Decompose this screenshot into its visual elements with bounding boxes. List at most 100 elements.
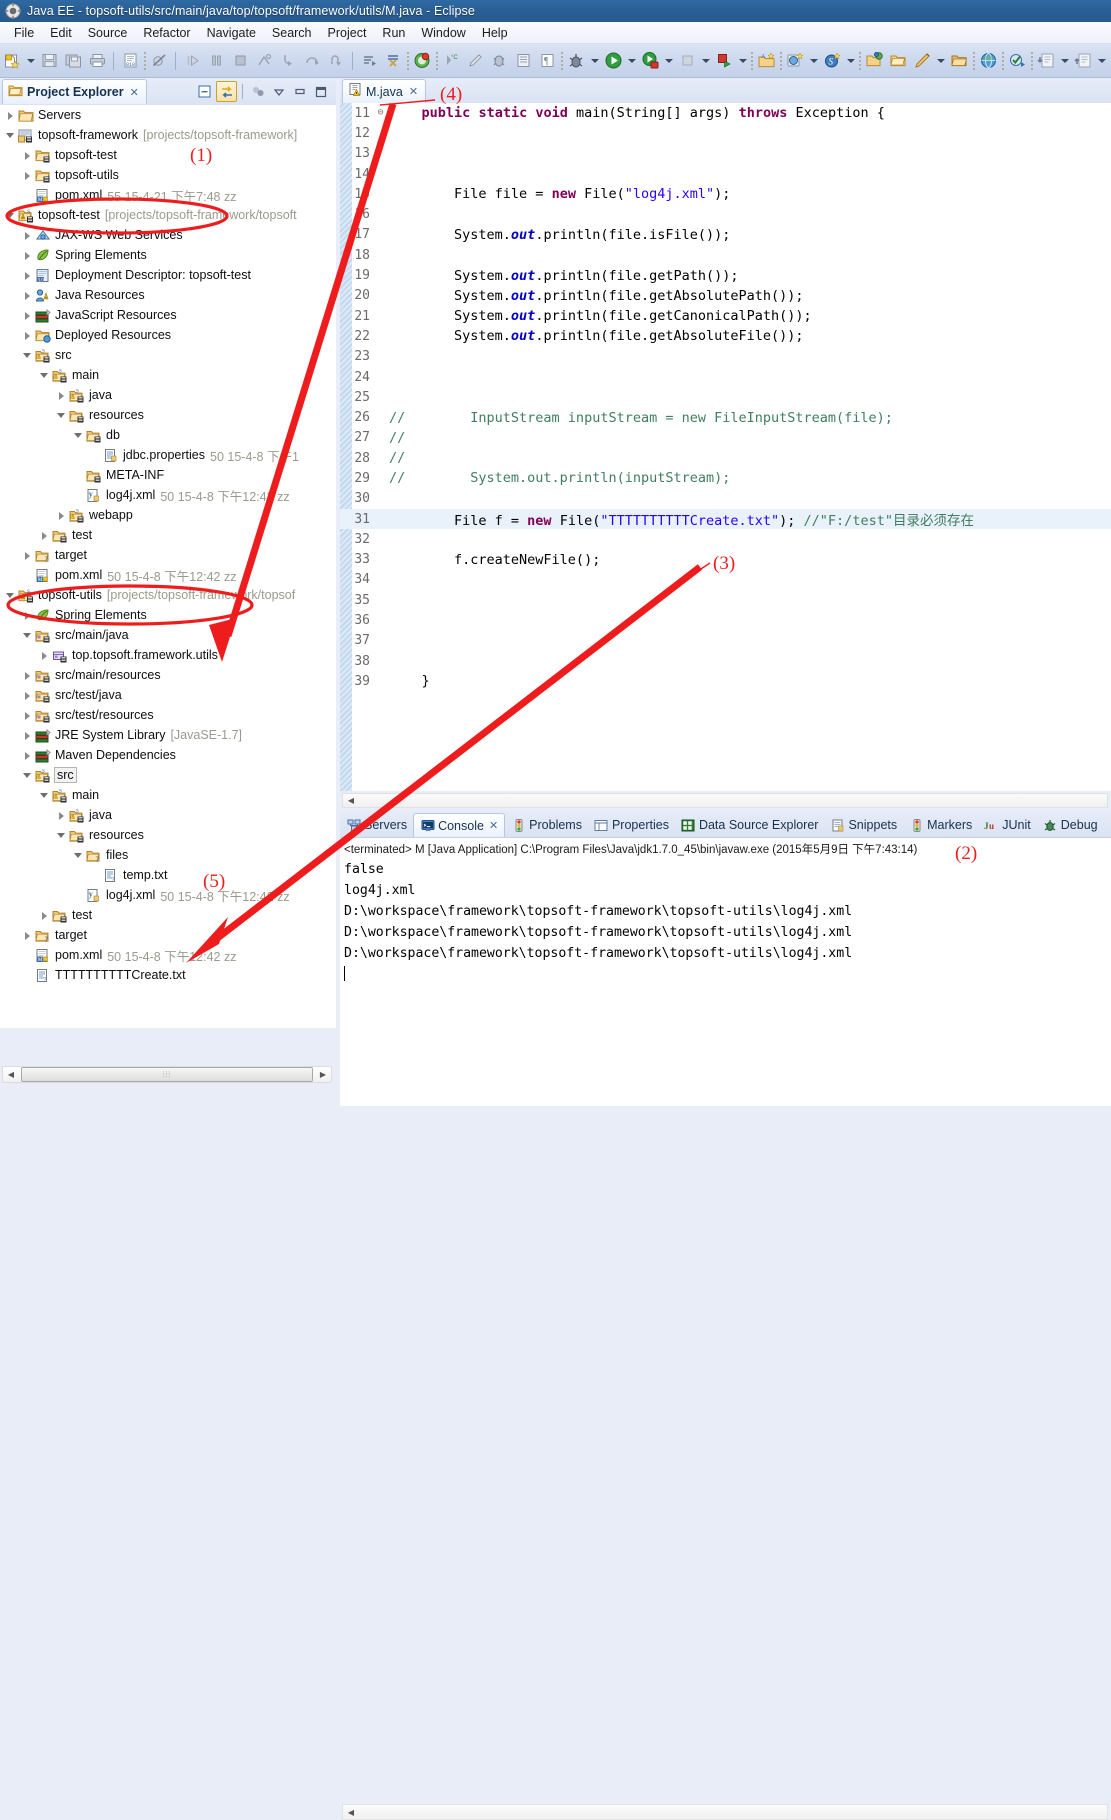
- debug-icon[interactable]: [564, 48, 588, 74]
- tab-m-java[interactable]: M.java ✕: [342, 79, 427, 103]
- close-icon[interactable]: ✕: [489, 819, 498, 832]
- toolbar-drag-handle[interactable]: [142, 50, 147, 71]
- tree-item-spring-elements[interactable]: Spring Elements: [0, 605, 336, 625]
- toolbar-drag-handle[interactable]: [971, 50, 976, 71]
- code-line-15[interactable]: 15 File file = new File("log4j.xml");: [340, 184, 1111, 204]
- toolbar-drag-handle[interactable]: [857, 50, 862, 71]
- chevron-right-icon[interactable]: [21, 669, 34, 682]
- tree-item-topsoft-test[interactable]: topsoft-test: [0, 145, 336, 165]
- scroll-right-icon[interactable]: ▶: [315, 1067, 331, 1082]
- tree-item-jdbc-properties[interactable]: jdbc.properties 50 15-4-8 下午1: [0, 445, 336, 465]
- toolbar-drag-handle[interactable]: [749, 50, 754, 71]
- code-line-32[interactable]: 32: [340, 529, 1111, 549]
- chevron-right-icon[interactable]: [55, 509, 68, 522]
- tree-item-topsoft-test[interactable]: Stopsoft-test [projects/topsoft-framework…: [0, 205, 336, 225]
- debug-last-icon[interactable]: °C: [439, 48, 463, 74]
- code-line-24[interactable]: 24: [340, 367, 1111, 387]
- chevron-right-icon[interactable]: [21, 609, 34, 622]
- run-external-tools-icon[interactable]: [638, 48, 662, 74]
- code-line-35[interactable]: 35: [340, 590, 1111, 610]
- code-line-28[interactable]: 28 //: [340, 448, 1111, 468]
- code-line-11[interactable]: 11 ⊖ public static void main(String[] arg…: [340, 103, 1111, 123]
- tree-item-src-main-java[interactable]: src/main/java: [0, 625, 336, 645]
- search-bug-icon[interactable]: [487, 48, 511, 74]
- chevron-down-icon[interactable]: [21, 769, 34, 782]
- code-line-30[interactable]: 30: [340, 489, 1111, 509]
- chevron-right-icon[interactable]: [21, 149, 34, 162]
- chevron-down-icon[interactable]: [736, 48, 749, 74]
- chevron-right-icon[interactable]: [55, 389, 68, 402]
- tab-data-source-explorer[interactable]: Data Source Explorer: [675, 813, 825, 837]
- run-as-server-icon[interactable]: [712, 48, 736, 74]
- chevron-down-icon[interactable]: [807, 48, 820, 74]
- open-type-icon[interactable]: [410, 48, 434, 74]
- tree-item-target[interactable]: ? target: [0, 925, 336, 945]
- code-line-29[interactable]: 29 // System.out.println(inputStream);: [340, 468, 1111, 488]
- chevron-down-icon[interactable]: [55, 409, 68, 422]
- chevron-right-icon[interactable]: [21, 749, 34, 762]
- chevron-right-icon[interactable]: [38, 909, 51, 922]
- chevron-down-icon[interactable]: [21, 349, 34, 362]
- new-spring-bean-icon[interactable]: S: [820, 48, 844, 74]
- chevron-down-icon[interactable]: [38, 369, 51, 382]
- chevron-down-icon[interactable]: [1058, 48, 1071, 74]
- menu-item-refactor[interactable]: Refactor: [135, 24, 198, 42]
- chevron-down-icon[interactable]: [24, 48, 37, 74]
- chevron-right-icon[interactable]: [21, 549, 34, 562]
- chevron-down-icon[interactable]: [588, 48, 601, 74]
- chevron-right-icon[interactable]: [21, 689, 34, 702]
- menu-item-window[interactable]: Window: [413, 24, 473, 42]
- new-wizard-icon[interactable]: [0, 48, 24, 74]
- step-over-icon[interactable]: [300, 48, 324, 74]
- chevron-right-icon[interactable]: [21, 169, 34, 182]
- chevron-right-icon[interactable]: [21, 309, 34, 322]
- chevron-down-icon[interactable]: [1095, 48, 1108, 74]
- toolbar-drag-handle[interactable]: [778, 50, 783, 71]
- tab-project-explorer[interactable]: Project Explorer ✕: [2, 79, 147, 104]
- collapse-all-button[interactable]: [195, 82, 214, 101]
- toolbar-drag-handle[interactable]: [405, 50, 410, 71]
- toolbar-drag-handle[interactable]: [1029, 50, 1034, 71]
- tree-item-pom-xml[interactable]: Mpom.xml 50 15-4-8 下午12:42 zz: [0, 945, 336, 965]
- chevron-right-icon[interactable]: [21, 249, 34, 262]
- step-return-icon[interactable]: [324, 48, 348, 74]
- tree-item-resources[interactable]: resources: [0, 825, 336, 845]
- tree-item-src-test-java[interactable]: src/test/java: [0, 685, 336, 705]
- tree-item-temp-txt[interactable]: ? temp.txt: [0, 865, 336, 885]
- code-line-31[interactable]: 31 File f = new File("TTTTTTTTTTCreate.t…: [340, 508, 1111, 530]
- tab-markers[interactable]: Markers: [903, 813, 978, 837]
- code-view-icon[interactable]: 010: [118, 48, 142, 74]
- chevron-right-icon[interactable]: [21, 709, 34, 722]
- toolbar-drag-handle[interactable]: [1000, 50, 1005, 71]
- chevron-down-icon[interactable]: [699, 48, 712, 74]
- code-line-26[interactable]: 26 // InputStream inputStream = new FileI…: [340, 407, 1111, 427]
- resume-icon[interactable]: [180, 48, 204, 74]
- tab-snippets[interactable]: Snippets: [824, 813, 903, 837]
- maximize-button[interactable]: [311, 82, 330, 101]
- toolbar-drag-handle[interactable]: [434, 50, 439, 71]
- menu-item-help[interactable]: Help: [474, 24, 516, 42]
- chevron-right-icon[interactable]: [38, 649, 51, 662]
- tree-item-top-topsoft-framework-utils[interactable]: top.topsoft.framework.utils: [0, 645, 336, 665]
- code-line-20[interactable]: 20 System.out.println(file.getAbsolutePa…: [340, 286, 1111, 306]
- code-line-38[interactable]: 38: [340, 651, 1111, 671]
- tree-item-target[interactable]: ? target: [0, 545, 336, 565]
- tree-item-test[interactable]: test: [0, 905, 336, 925]
- code-line-17[interactable]: 17 System.out.println(file.isFile());: [340, 225, 1111, 245]
- scroll-thumb[interactable]: ⦙⦙⦙: [21, 1067, 313, 1082]
- chevron-down-icon[interactable]: [21, 629, 34, 642]
- tree-item-jre-system-library[interactable]: JRE System Library [JavaSE-1.7]: [0, 725, 336, 745]
- code-line-34[interactable]: 34: [340, 570, 1111, 590]
- stop-icon[interactable]: [675, 48, 699, 74]
- console-hscrollbar[interactable]: ◀: [342, 1804, 1108, 1820]
- chevron-down-icon[interactable]: [4, 209, 17, 222]
- tree-item-spring-elements[interactable]: Spring Elements: [0, 245, 336, 265]
- tree-item-deployment-descriptor-topsoft-test[interactable]: 3.0 Deployment Descriptor: topsoft-test: [0, 265, 336, 285]
- chevron-down-icon[interactable]: [625, 48, 638, 74]
- highlight-icon[interactable]: [463, 48, 487, 74]
- open-perspective-icon[interactable]: [862, 48, 886, 74]
- project-explorer-hscrollbar[interactable]: ◀ ⦙⦙⦙ ▶: [2, 1066, 332, 1083]
- tree-item-topsoft-framework[interactable]: topsoft-framework [projects/topsoft-frame…: [0, 125, 336, 145]
- menu-item-navigate[interactable]: Navigate: [199, 24, 264, 42]
- code-line-21[interactable]: 21 System.out.println(file.getCanonicalP…: [340, 306, 1111, 326]
